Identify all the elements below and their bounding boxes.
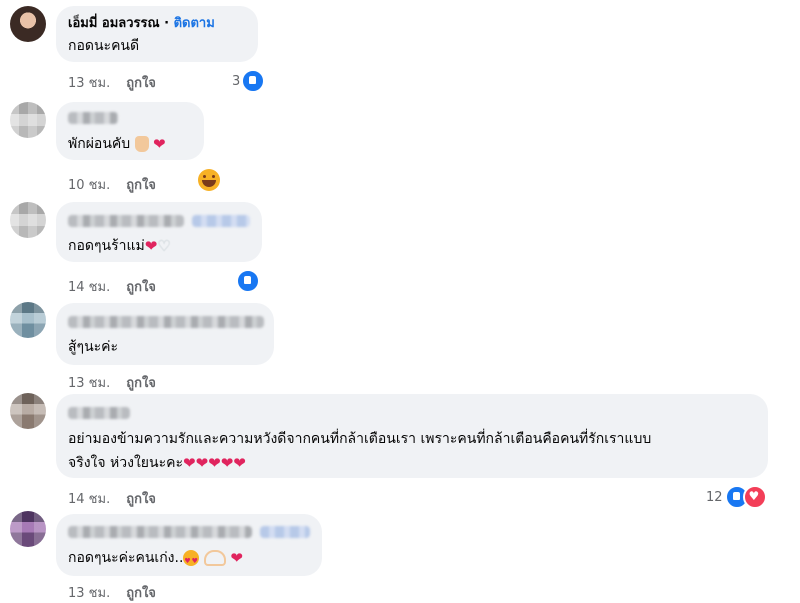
comment-text-line-2: จริงใจ ห่วงใยนะคะ❤❤❤❤❤ [68, 453, 246, 472]
avatar[interactable] [10, 6, 46, 42]
like-button[interactable]: ถูกใจ [126, 372, 156, 393]
comment-time[interactable]: 13 ชม. [68, 372, 110, 393]
reaction-count: 3 [232, 73, 241, 89]
white-heart-emoji: ♡ [157, 237, 171, 255]
comment-meta: 14 ชม. ถูกใจ [68, 276, 172, 297]
avatar[interactable] [10, 511, 46, 547]
author-name[interactable]: เอ็มมี่ อมลวรรณ [68, 16, 160, 31]
author-name-blurred[interactable] [68, 407, 130, 419]
comment-time[interactable]: 10 ชม. [68, 174, 110, 195]
heart-emoji: ❤ [144, 236, 158, 255]
reaction-summary[interactable] [198, 169, 220, 191]
heart-eyes-emoji [183, 549, 200, 573]
avatar[interactable] [10, 102, 46, 138]
author-badge-blurred [260, 526, 310, 538]
reaction-summary[interactable] [236, 269, 260, 293]
comment-text-line-1: อย่ามองข้ามความรักและความหวังดีจากคนที่ก… [68, 431, 652, 447]
follow-button[interactable]: ติดตาม [174, 16, 215, 31]
comment-text: พักผ่อนคับ ❤ [68, 134, 166, 153]
like-button[interactable]: ถูกใจ [126, 582, 156, 603]
avatar[interactable] [10, 393, 46, 429]
heart-emoji: ❤❤❤❤❤ [183, 453, 246, 472]
comment-meta: 13 ชม. ถูกใจ [68, 372, 172, 393]
like-button[interactable]: ถูกใจ [126, 72, 156, 93]
peace-hand-emoji [134, 136, 149, 152]
like-button[interactable]: ถูกใจ [126, 488, 156, 509]
comment-meta: 13 ชม. ถูกใจ [68, 582, 172, 603]
follow-separator: · [164, 16, 174, 31]
comment-meta: 10 ชม. ถูกใจ [68, 174, 172, 195]
like-button[interactable]: ถูกใจ [126, 276, 156, 297]
reaction-count: 12 [706, 489, 723, 505]
love-icon [742, 485, 767, 509]
reaction-summary[interactable]: 3 [232, 69, 266, 93]
like-button[interactable]: ถูกใจ [126, 174, 156, 195]
heart-emoji: ❤ [153, 134, 166, 153]
comment-meta: 14 ชม. ถูกใจ [68, 488, 172, 509]
avatar[interactable] [10, 202, 46, 238]
like-icon [236, 269, 260, 293]
comment-time[interactable]: 14 ชม. [68, 488, 110, 509]
comment-meta: 13 ชม. ถูกใจ [68, 72, 172, 93]
like-icon [241, 69, 266, 93]
comment-text: สู้ๆนะค่ะ [68, 339, 119, 355]
comment-time[interactable]: 13 ชม. [68, 72, 110, 93]
avatar[interactable] [10, 302, 46, 338]
comment-author[interactable]: เอ็มมี่ อมลวรรณ · ติดตาม [68, 16, 215, 32]
reaction-summary[interactable]: 12 [706, 485, 767, 509]
comment-time[interactable]: 14 ชม. [68, 276, 110, 297]
author-badge-blurred [192, 215, 250, 227]
author-name-blurred[interactable] [68, 526, 252, 538]
comment-text: กอดนะคนดี [68, 38, 140, 54]
author-name-blurred[interactable] [68, 215, 184, 227]
heart-hands-emoji [203, 550, 226, 566]
haha-icon [198, 169, 220, 191]
author-name-blurred[interactable] [68, 316, 264, 328]
comment-text: กอดๆนร้าแม่❤♡ [68, 234, 171, 258]
heart-emoji: ❤ [230, 548, 243, 567]
comment-time[interactable]: 13 ชม. [68, 582, 110, 603]
author-name-blurred[interactable] [68, 112, 118, 124]
comment-text: กอดๆนะค่ะคนเก่ง.. ❤ [68, 546, 243, 573]
